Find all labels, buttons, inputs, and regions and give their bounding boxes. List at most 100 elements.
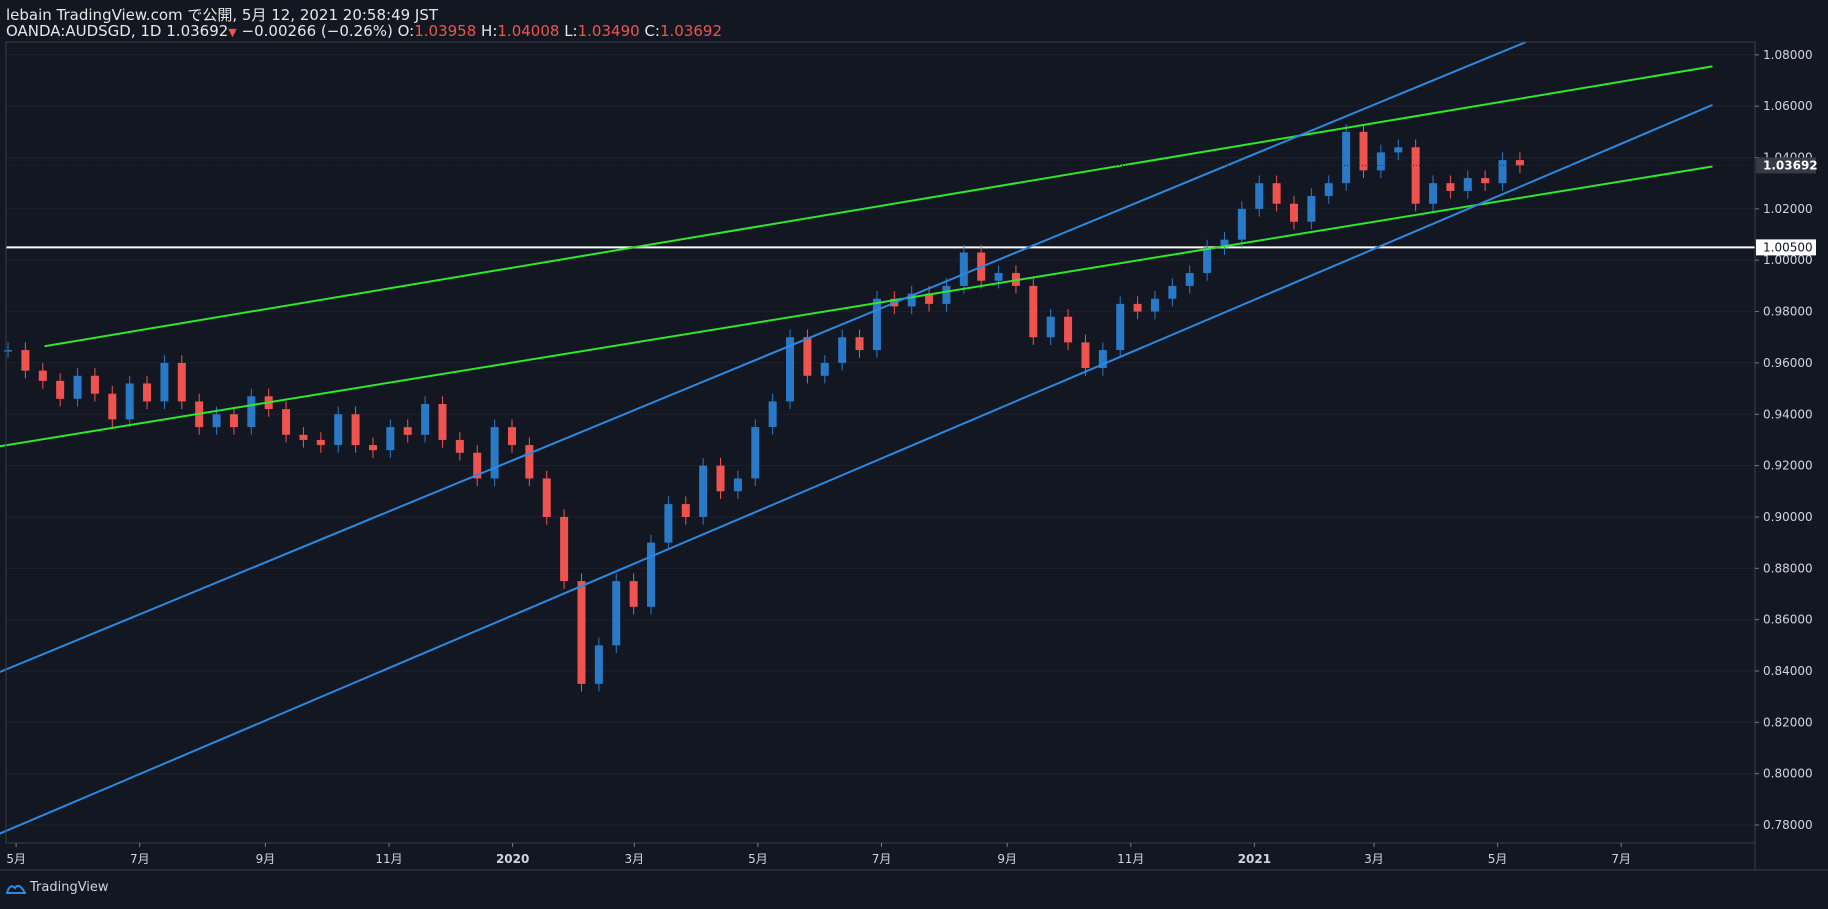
candle-body <box>1029 285 1038 338</box>
candle-body <box>1255 183 1264 209</box>
candle-body <box>1289 203 1298 222</box>
candle-body <box>21 350 30 371</box>
time-tick-label[interactable]: 7月 <box>872 852 892 866</box>
candle-body <box>1463 178 1472 191</box>
candle-body <box>542 478 551 517</box>
time-tick-label[interactable]: 7月 <box>130 852 150 866</box>
price-tick-label[interactable]: 0.88000 <box>1763 561 1813 575</box>
time-tick-label[interactable]: 11月 <box>375 852 402 866</box>
candle-body <box>1203 247 1212 274</box>
trendlines[interactable] <box>0 41 1713 841</box>
candle-body <box>403 427 412 435</box>
candle-body <box>386 427 395 451</box>
price-tick-label[interactable]: 0.86000 <box>1763 613 1813 627</box>
trendline-blue[interactable] <box>0 41 1527 679</box>
candle-body <box>1081 342 1090 369</box>
candle-body <box>282 409 291 435</box>
candle-body <box>768 401 777 428</box>
candle-body <box>838 337 847 363</box>
time-tick-label[interactable]: 2021 <box>1238 852 1271 866</box>
candle-body <box>1446 183 1455 191</box>
time-axis-labels[interactable]: 5月 7月 9月 11月 2020 3月 5月 7月 9月 11月 2021 3月 5月 7月 <box>6 843 1631 866</box>
candle-body <box>959 252 968 286</box>
candle-body <box>421 403 430 435</box>
candle-body <box>629 581 638 607</box>
candle-body <box>438 403 447 440</box>
time-tick-label[interactable]: 7月 <box>1611 852 1631 866</box>
price-tick-label[interactable]: 1.08000 <box>1763 48 1813 62</box>
candle-body <box>594 645 603 684</box>
candle-body <box>560 516 569 582</box>
price-tick-label[interactable]: 0.80000 <box>1763 767 1813 781</box>
candle-body <box>525 445 534 479</box>
plot-frame <box>5 41 1756 844</box>
price-tick-label[interactable]: 1.02000 <box>1763 202 1813 216</box>
price-tick-label[interactable]: 0.94000 <box>1763 407 1813 421</box>
candle-body <box>229 414 238 428</box>
candle-body <box>90 375 99 394</box>
candle-body <box>942 285 951 304</box>
candle-body <box>56 380 65 399</box>
candle-body <box>612 581 621 646</box>
tradingview-logo-icon <box>6 884 26 894</box>
candle-body <box>647 542 656 607</box>
footer: TradingView <box>6 880 109 895</box>
candle-body <box>316 439 325 446</box>
candle-body <box>125 383 134 420</box>
candle-body <box>872 298 881 351</box>
price-tick-label[interactable]: 1.06000 <box>1763 99 1813 113</box>
candle-body <box>751 427 760 479</box>
price-tick-label[interactable]: 0.82000 <box>1763 715 1813 729</box>
candle-body <box>1498 160 1507 184</box>
candle-body <box>299 434 308 440</box>
candle-body <box>1272 183 1281 204</box>
candle-body <box>1376 152 1385 171</box>
price-tick-label[interactable]: 0.90000 <box>1763 510 1813 524</box>
candle-body <box>351 414 360 446</box>
candle-body <box>1116 303 1125 351</box>
price-tick-label[interactable]: 0.78000 <box>1763 818 1813 832</box>
candle-body <box>1064 316 1073 343</box>
candle-body <box>212 414 221 428</box>
candle-body <box>1324 183 1333 197</box>
candle-body <box>1237 208 1246 240</box>
candle-body <box>177 362 186 402</box>
candle-body <box>699 465 708 517</box>
price-tick-label[interactable]: 0.84000 <box>1763 664 1813 678</box>
time-tick-label[interactable]: 5月 <box>748 852 768 866</box>
candle-body <box>1342 131 1351 184</box>
candle-body <box>490 427 499 479</box>
hline-price-badge-label: 1.00500 <box>1763 240 1813 254</box>
price-tick-label[interactable]: 0.96000 <box>1763 356 1813 370</box>
candle-body <box>507 427 516 446</box>
candle-body <box>455 439 464 453</box>
candle-body <box>820 362 829 376</box>
price-badges: 1.03692 1.00500 <box>6 157 1818 256</box>
candle-body <box>716 465 725 492</box>
time-tick-label[interactable]: 3月 <box>624 852 644 866</box>
price-tick-label[interactable]: 0.92000 <box>1763 459 1813 473</box>
candle-body <box>855 337 864 351</box>
candle-body <box>1185 273 1194 286</box>
time-tick-label[interactable]: 9月 <box>256 852 276 866</box>
candle-body <box>1394 147 1403 153</box>
time-tick-label[interactable]: 5月 <box>1488 852 1508 866</box>
time-tick-label[interactable]: 5月 <box>6 852 26 866</box>
candle-body <box>334 414 343 446</box>
candle-body <box>1411 147 1420 204</box>
time-tick-label[interactable]: 11月 <box>1117 852 1144 866</box>
candle-body <box>733 478 742 492</box>
price-tick-label[interactable]: 0.98000 <box>1763 305 1813 319</box>
candle-body <box>1168 285 1177 299</box>
candle-body <box>1359 131 1368 171</box>
candle-body <box>108 393 117 420</box>
time-tick-label[interactable]: 2020 <box>496 852 529 866</box>
candle-body <box>38 370 47 381</box>
candle-body <box>160 362 169 402</box>
candle-body <box>247 396 256 428</box>
last-price-badge-label: 1.03692 <box>1763 158 1818 172</box>
price-chart[interactable]: 1.080001.060001.040001.020001.000000.980… <box>0 0 1828 909</box>
time-tick-label[interactable]: 9月 <box>997 852 1017 866</box>
time-tick-label[interactable]: 3月 <box>1364 852 1384 866</box>
trendline-blue[interactable] <box>0 103 1713 841</box>
